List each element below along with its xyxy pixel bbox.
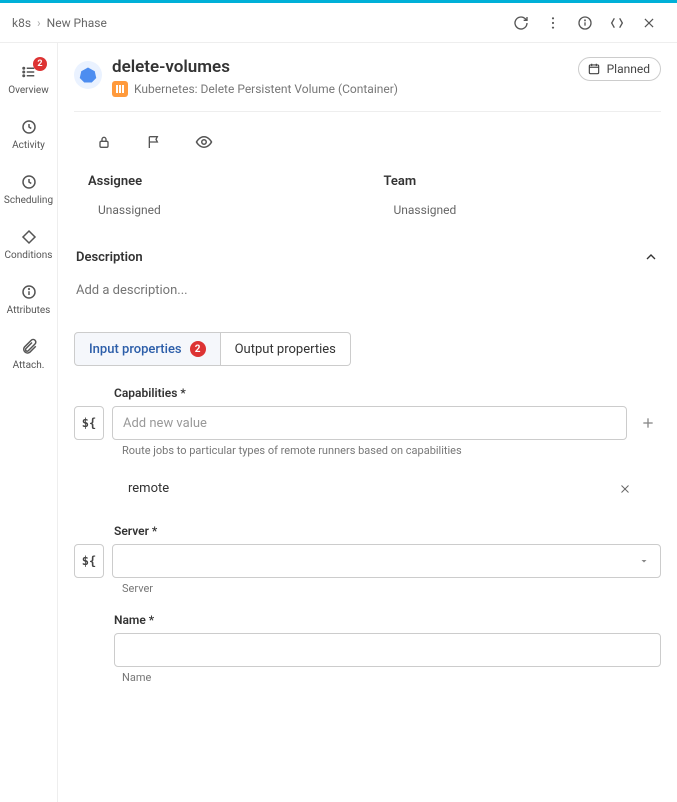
page-title: delete-volumes	[112, 57, 398, 77]
name-help: Name	[122, 671, 661, 684]
description-toggle[interactable]: Description	[74, 229, 661, 275]
lock-icon[interactable]	[88, 126, 120, 158]
main-content: delete-volumes Kubernetes: Delete Persis…	[58, 43, 677, 802]
sidebar-item-label: Overview	[8, 85, 49, 96]
plus-icon	[640, 415, 656, 431]
breadcrumb: k8s › New Phase	[0, 3, 677, 43]
capabilities-help: Route jobs to particular types of remote…	[122, 444, 661, 457]
assignee-value[interactable]: Unassigned	[88, 203, 364, 217]
overview-badge: 2	[33, 57, 47, 71]
task-type-label: Kubernetes: Delete Persistent Volume (Co…	[134, 82, 398, 96]
diamond-icon	[20, 228, 38, 246]
plugin-icon	[112, 81, 128, 97]
team-label: Team	[384, 174, 660, 189]
calendar-icon	[587, 62, 601, 76]
paperclip-icon	[20, 338, 38, 356]
input-properties-panel: Capabilities * ${ Route jobs to particul…	[74, 366, 661, 712]
add-value-button[interactable]	[635, 410, 661, 436]
chevron-down-icon	[638, 555, 650, 567]
variable-prefix-button[interactable]: ${	[74, 406, 104, 440]
sidebar-item-label: Scheduling	[4, 195, 53, 206]
sidebar-item-attachments[interactable]: Attach.	[0, 338, 57, 371]
tab-badge: 2	[190, 341, 206, 357]
refresh-icon[interactable]	[505, 7, 537, 39]
action-icon-row	[74, 112, 661, 174]
close-icon	[619, 483, 631, 495]
capability-value: remote	[128, 481, 169, 496]
name-input[interactable]	[114, 633, 661, 667]
variable-prefix-button[interactable]: ${	[74, 544, 104, 578]
name-field: Name * Name	[74, 613, 661, 684]
breadcrumb-current: New Phase	[47, 16, 107, 30]
more-menu-icon[interactable]	[537, 7, 569, 39]
name-label: Name *	[114, 613, 661, 627]
tab-label: Input properties	[89, 342, 182, 357]
description-input[interactable]	[74, 275, 661, 322]
clock-icon	[20, 118, 38, 136]
kubernetes-logo	[74, 61, 102, 89]
sidebar-item-label: Activity	[12, 140, 45, 151]
info-icon[interactable]	[569, 7, 601, 39]
capabilities-label: Capabilities *	[114, 386, 661, 400]
sidebar-item-label: Attributes	[7, 305, 51, 316]
capabilities-input[interactable]	[112, 406, 627, 440]
server-label: Server *	[114, 524, 661, 538]
sidebar-item-label: Attach.	[13, 360, 45, 371]
sidebar-item-conditions[interactable]: Conditions	[0, 228, 57, 261]
remove-tag-button[interactable]	[619, 483, 631, 495]
sidebar-item-scheduling[interactable]: Scheduling	[0, 173, 57, 206]
sidebar-item-attributes[interactable]: Attributes	[0, 283, 57, 316]
server-select[interactable]	[112, 544, 661, 578]
status-label: Planned	[607, 62, 650, 76]
team-value[interactable]: Unassigned	[384, 203, 660, 217]
sidebar-item-activity[interactable]: Activity	[0, 118, 57, 151]
status-pill[interactable]: Planned	[578, 57, 661, 81]
breadcrumb-root[interactable]: k8s	[12, 16, 31, 30]
server-field: Server * ${ Server	[74, 524, 661, 595]
sidebar: 2 Overview Activity Scheduling Condition…	[0, 43, 58, 802]
eye-icon[interactable]	[188, 126, 220, 158]
tab-label: Output properties	[235, 342, 336, 357]
tab-output-properties[interactable]: Output properties	[221, 332, 351, 366]
sidebar-item-label: Conditions	[5, 250, 53, 261]
capabilities-field: Capabilities * ${ Route jobs to particul…	[74, 386, 661, 506]
properties-tabs: Input properties 2 Output properties	[74, 332, 661, 366]
capability-tag: remote	[114, 471, 641, 506]
chevron-up-icon	[643, 249, 659, 265]
breadcrumb-separator: ›	[37, 16, 41, 30]
server-help: Server	[122, 582, 661, 595]
description-label: Description	[76, 250, 143, 265]
info-icon	[20, 283, 38, 301]
expand-icon[interactable]	[601, 7, 633, 39]
close-icon[interactable]	[633, 7, 665, 39]
flag-icon[interactable]	[138, 126, 170, 158]
tab-input-properties[interactable]: Input properties 2	[74, 332, 221, 366]
sidebar-item-overview[interactable]: 2 Overview	[0, 63, 57, 96]
assignee-label: Assignee	[88, 174, 364, 189]
schedule-icon	[20, 173, 38, 191]
task-header: delete-volumes Kubernetes: Delete Persis…	[74, 57, 661, 112]
